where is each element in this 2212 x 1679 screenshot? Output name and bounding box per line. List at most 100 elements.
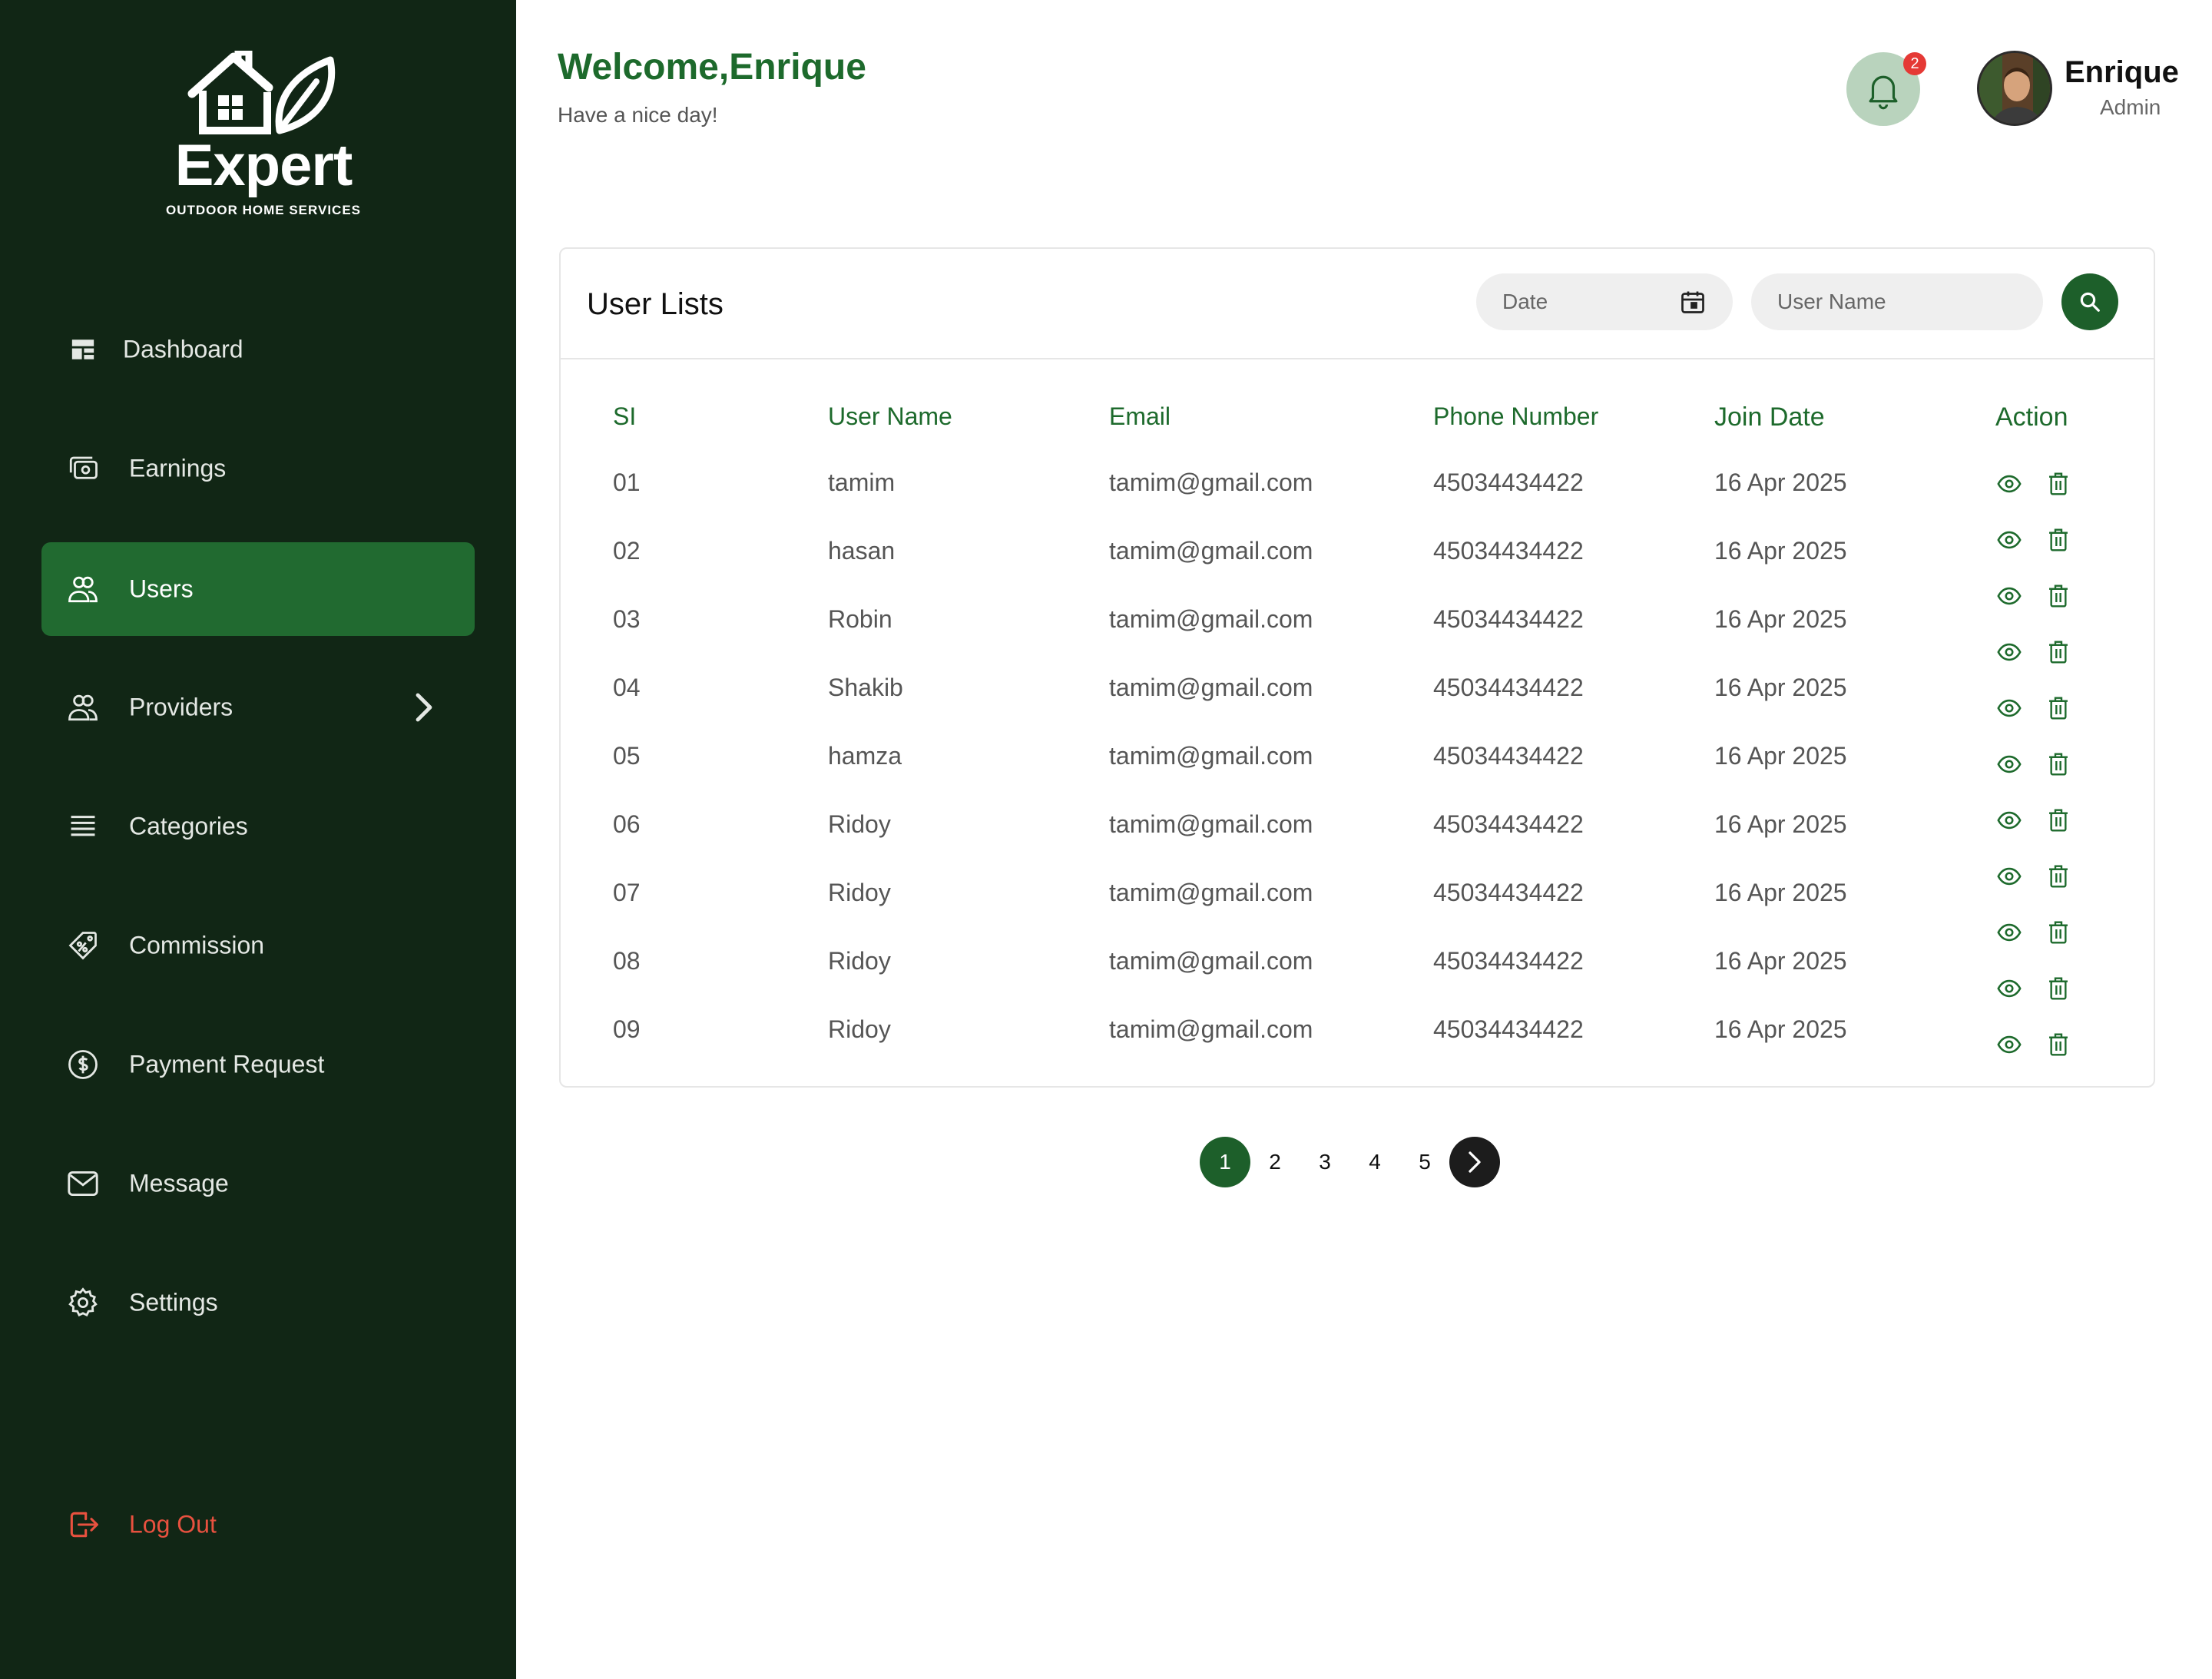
search-button[interactable] bbox=[2061, 273, 2118, 330]
cell-phone: 45034434422 bbox=[1433, 469, 1584, 496]
providers-icon bbox=[66, 690, 100, 724]
view-icon[interactable] bbox=[1995, 919, 2023, 946]
column-header-action: Action bbox=[1995, 402, 2068, 432]
sidebar-item-label: Earnings bbox=[129, 454, 227, 482]
sidebar-item-commission[interactable]: Commission bbox=[41, 899, 475, 992]
page-5-button[interactable]: 5 bbox=[1399, 1137, 1450, 1187]
logout-button[interactable]: Log Out bbox=[41, 1478, 475, 1571]
sidebar-item-earnings[interactable]: Earnings bbox=[41, 422, 475, 515]
brand-logo: Expert OUTDOOR HOME SERVICES bbox=[160, 51, 367, 220]
column-header-phone: Phone Number bbox=[1433, 402, 1599, 430]
search-icon bbox=[2080, 292, 2100, 312]
view-icon[interactable] bbox=[1995, 694, 2023, 722]
date-filter[interactable]: Date bbox=[1476, 273, 1733, 330]
sidebar-item-settings[interactable]: Settings bbox=[41, 1256, 475, 1349]
delete-icon[interactable] bbox=[2045, 919, 2072, 946]
cell-email: tamim@gmail.com bbox=[1109, 469, 1313, 496]
card-divider bbox=[561, 358, 2154, 359]
cell-email: tamim@gmail.com bbox=[1109, 537, 1313, 565]
delete-icon[interactable] bbox=[2045, 526, 2072, 554]
cell-user-name: Robin bbox=[828, 605, 892, 633]
page-3-button[interactable]: 3 bbox=[1300, 1137, 1350, 1187]
page-subtitle: Have a nice day! bbox=[558, 103, 718, 127]
cell-user-name: Ridoy bbox=[828, 947, 891, 975]
cell-email: tamim@gmail.com bbox=[1109, 742, 1313, 770]
payment-icon bbox=[66, 1048, 100, 1081]
cell-email: tamim@gmail.com bbox=[1109, 1015, 1313, 1043]
view-icon[interactable] bbox=[1995, 975, 2023, 1002]
brand-name: Expert bbox=[174, 133, 353, 198]
cell-user-name: hasan bbox=[828, 537, 896, 565]
house-leaf-logo-icon bbox=[187, 51, 336, 134]
cell-phone: 45034434422 bbox=[1433, 537, 1584, 565]
cell-si: 05 bbox=[613, 742, 641, 770]
delete-icon[interactable] bbox=[2045, 694, 2072, 722]
avatar[interactable] bbox=[1977, 51, 2052, 126]
sidebar-item-providers[interactable]: Providers bbox=[41, 661, 475, 754]
chevron-right-icon bbox=[1469, 1151, 1481, 1173]
cell-join-date: 16 Apr 2025 bbox=[1714, 605, 1847, 633]
gear-icon bbox=[66, 1286, 100, 1320]
cell-user-name: Ridoy bbox=[828, 1015, 891, 1043]
delete-icon[interactable] bbox=[2045, 638, 2072, 666]
cell-phone: 45034434422 bbox=[1433, 742, 1584, 770]
sidebar-item-dashboard[interactable]: Dashboard bbox=[41, 303, 475, 396]
sidebar: Expert OUTDOOR HOME SERVICES Dashboard E… bbox=[0, 0, 516, 1679]
profile-name: Enrique bbox=[2065, 55, 2179, 89]
cell-join-date: 16 Apr 2025 bbox=[1714, 674, 1847, 701]
cell-si: 07 bbox=[613, 879, 641, 906]
view-icon[interactable] bbox=[1995, 1031, 2023, 1058]
users-icon bbox=[66, 572, 100, 606]
page-1-button[interactable]: 1 bbox=[1200, 1137, 1250, 1187]
sidebar-item-label: Payment Request bbox=[129, 1050, 325, 1078]
view-icon[interactable] bbox=[1995, 863, 2023, 890]
cell-si: 03 bbox=[613, 605, 641, 633]
cell-join-date: 16 Apr 2025 bbox=[1714, 742, 1847, 770]
sidebar-item-payment-request[interactable]: Payment Request bbox=[41, 1018, 475, 1111]
view-icon[interactable] bbox=[1995, 470, 2023, 498]
username-search-input[interactable] bbox=[1751, 273, 2043, 330]
cell-user-name: Ridoy bbox=[828, 879, 891, 906]
delete-icon[interactable] bbox=[2045, 470, 2072, 498]
view-icon[interactable] bbox=[1995, 806, 2023, 834]
user-list-card: User Lists Date SI User Name Email Phone… bbox=[559, 247, 2155, 1088]
page-4-button[interactable]: 4 bbox=[1349, 1137, 1400, 1187]
column-header-join-date: Join Date bbox=[1714, 402, 1825, 432]
delete-icon[interactable] bbox=[2045, 806, 2072, 834]
cell-si: 02 bbox=[613, 537, 641, 565]
profile-role: Admin bbox=[2100, 95, 2161, 119]
delete-icon[interactable] bbox=[2045, 975, 2072, 1002]
cell-join-date: 16 Apr 2025 bbox=[1714, 947, 1847, 975]
cell-phone: 45034434422 bbox=[1433, 1015, 1584, 1043]
cell-si: 04 bbox=[613, 674, 641, 701]
view-icon[interactable] bbox=[1995, 750, 2023, 778]
delete-icon[interactable] bbox=[2045, 1031, 2072, 1058]
sidebar-item-categories[interactable]: Categories bbox=[41, 780, 475, 873]
view-icon[interactable] bbox=[1995, 638, 2023, 666]
view-icon[interactable] bbox=[1995, 526, 2023, 554]
date-placeholder: Date bbox=[1502, 290, 1548, 313]
sidebar-item-label: Providers bbox=[129, 693, 233, 721]
page-2-button[interactable]: 2 bbox=[1250, 1137, 1300, 1187]
commission-icon bbox=[66, 929, 100, 962]
delete-icon[interactable] bbox=[2045, 582, 2072, 610]
sidebar-item-users[interactable]: Users bbox=[41, 542, 475, 636]
earnings-icon bbox=[66, 452, 100, 485]
sidebar-item-label: Categories bbox=[129, 812, 248, 840]
calendar-icon[interactable] bbox=[1679, 288, 1707, 316]
cell-join-date: 16 Apr 2025 bbox=[1714, 879, 1847, 906]
delete-icon[interactable] bbox=[2045, 863, 2072, 890]
dashboard-icon bbox=[66, 333, 100, 366]
sidebar-item-message[interactable]: Message bbox=[41, 1137, 475, 1230]
notification-badge: 2 bbox=[1903, 52, 1926, 75]
cell-phone: 45034434422 bbox=[1433, 810, 1584, 838]
delete-icon[interactable] bbox=[2045, 750, 2072, 778]
cell-join-date: 16 Apr 2025 bbox=[1714, 1015, 1847, 1043]
view-icon[interactable] bbox=[1995, 582, 2023, 610]
chevron-right-icon[interactable] bbox=[413, 692, 435, 723]
cell-user-name: tamim bbox=[828, 469, 896, 496]
brand-tagline: OUTDOOR HOME SERVICES bbox=[166, 203, 361, 217]
next-page-button[interactable] bbox=[1449, 1137, 1500, 1187]
cell-si: 09 bbox=[613, 1015, 641, 1043]
bell-icon bbox=[1869, 75, 1898, 110]
